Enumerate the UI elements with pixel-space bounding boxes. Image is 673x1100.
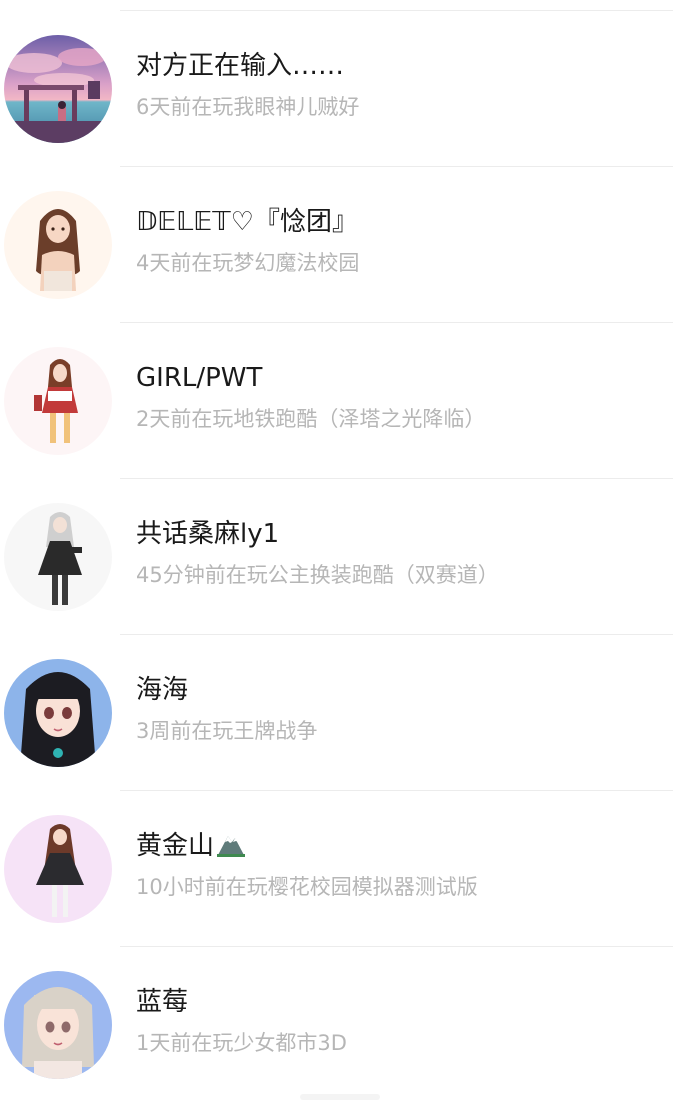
friend-row[interactable]: 黄金山 10小时前在玩樱花校园模拟器测试版 [0, 791, 673, 947]
friend-status: 6天前在玩我眼神儿贼好 [136, 95, 360, 119]
girl-long-hair-avatar-icon[interactable] [4, 191, 112, 299]
friend-row[interactable]: 海海 3周前在玩王牌战争 [0, 635, 673, 791]
friend-status: 4天前在玩梦幻魔法校园 [136, 251, 360, 275]
friend-row[interactable]: 蓝莓 1天前在玩少女都市3D [0, 947, 673, 1100]
anime-girl-black-hair-avatar-icon[interactable] [4, 659, 112, 767]
friend-status: 1天前在玩少女都市3D [136, 1031, 347, 1055]
friend-status: 10小时前在玩樱花校园模拟器测试版 [136, 875, 478, 899]
anime-girl-silver-hair-avatar-icon[interactable] [4, 971, 112, 1079]
friend-name-text: 黄金山 [136, 831, 215, 861]
girl-black-dress-avatar-icon[interactable] [4, 503, 112, 611]
girl-pink-bg-avatar-icon[interactable] [4, 815, 112, 923]
girl-red-dress-avatar-icon[interactable] [4, 347, 112, 455]
friend-name: GIRL/PWT [136, 363, 263, 393]
scroll-edge-hint [300, 1094, 380, 1100]
friend-row[interactable]: 共话桑麻ly1 45分钟前在玩公主换装跑酷（双赛道） [0, 479, 673, 635]
friend-list: 对方正在输入…… 6天前在玩我眼神儿贼好 𝔻𝔼𝕃𝔼𝕋♡『惗团』 4天前在玩梦幻魔… [0, 0, 673, 1100]
friend-name: 黄金山 [136, 829, 246, 867]
friend-name: 对方正在输入…… [136, 51, 345, 81]
mountain-icon [216, 830, 246, 867]
friend-name: 海海 [136, 675, 189, 705]
friend-row[interactable]: GIRL/PWT 2天前在玩地铁跑酷（泽塔之光降临） [0, 323, 673, 479]
friend-status: 2天前在玩地铁跑酷（泽塔之光降临） [136, 407, 486, 431]
friend-name: 蓝莓 [136, 987, 189, 1017]
friend-row[interactable]: 𝔻𝔼𝕃𝔼𝕋♡『惗团』 4天前在玩梦幻魔法校园 [0, 167, 673, 323]
friend-status: 3周前在玩王牌战争 [136, 719, 318, 743]
sunset-pier-avatar-icon[interactable] [4, 35, 112, 143]
friend-status: 45分钟前在玩公主换装跑酷（双赛道） [136, 563, 499, 587]
friend-row[interactable]: 对方正在输入…… 6天前在玩我眼神儿贼好 [0, 11, 673, 167]
friend-name: 𝔻𝔼𝕃𝔼𝕋♡『惗团』 [136, 207, 358, 237]
friend-name: 共话桑麻ly1 [136, 519, 280, 549]
